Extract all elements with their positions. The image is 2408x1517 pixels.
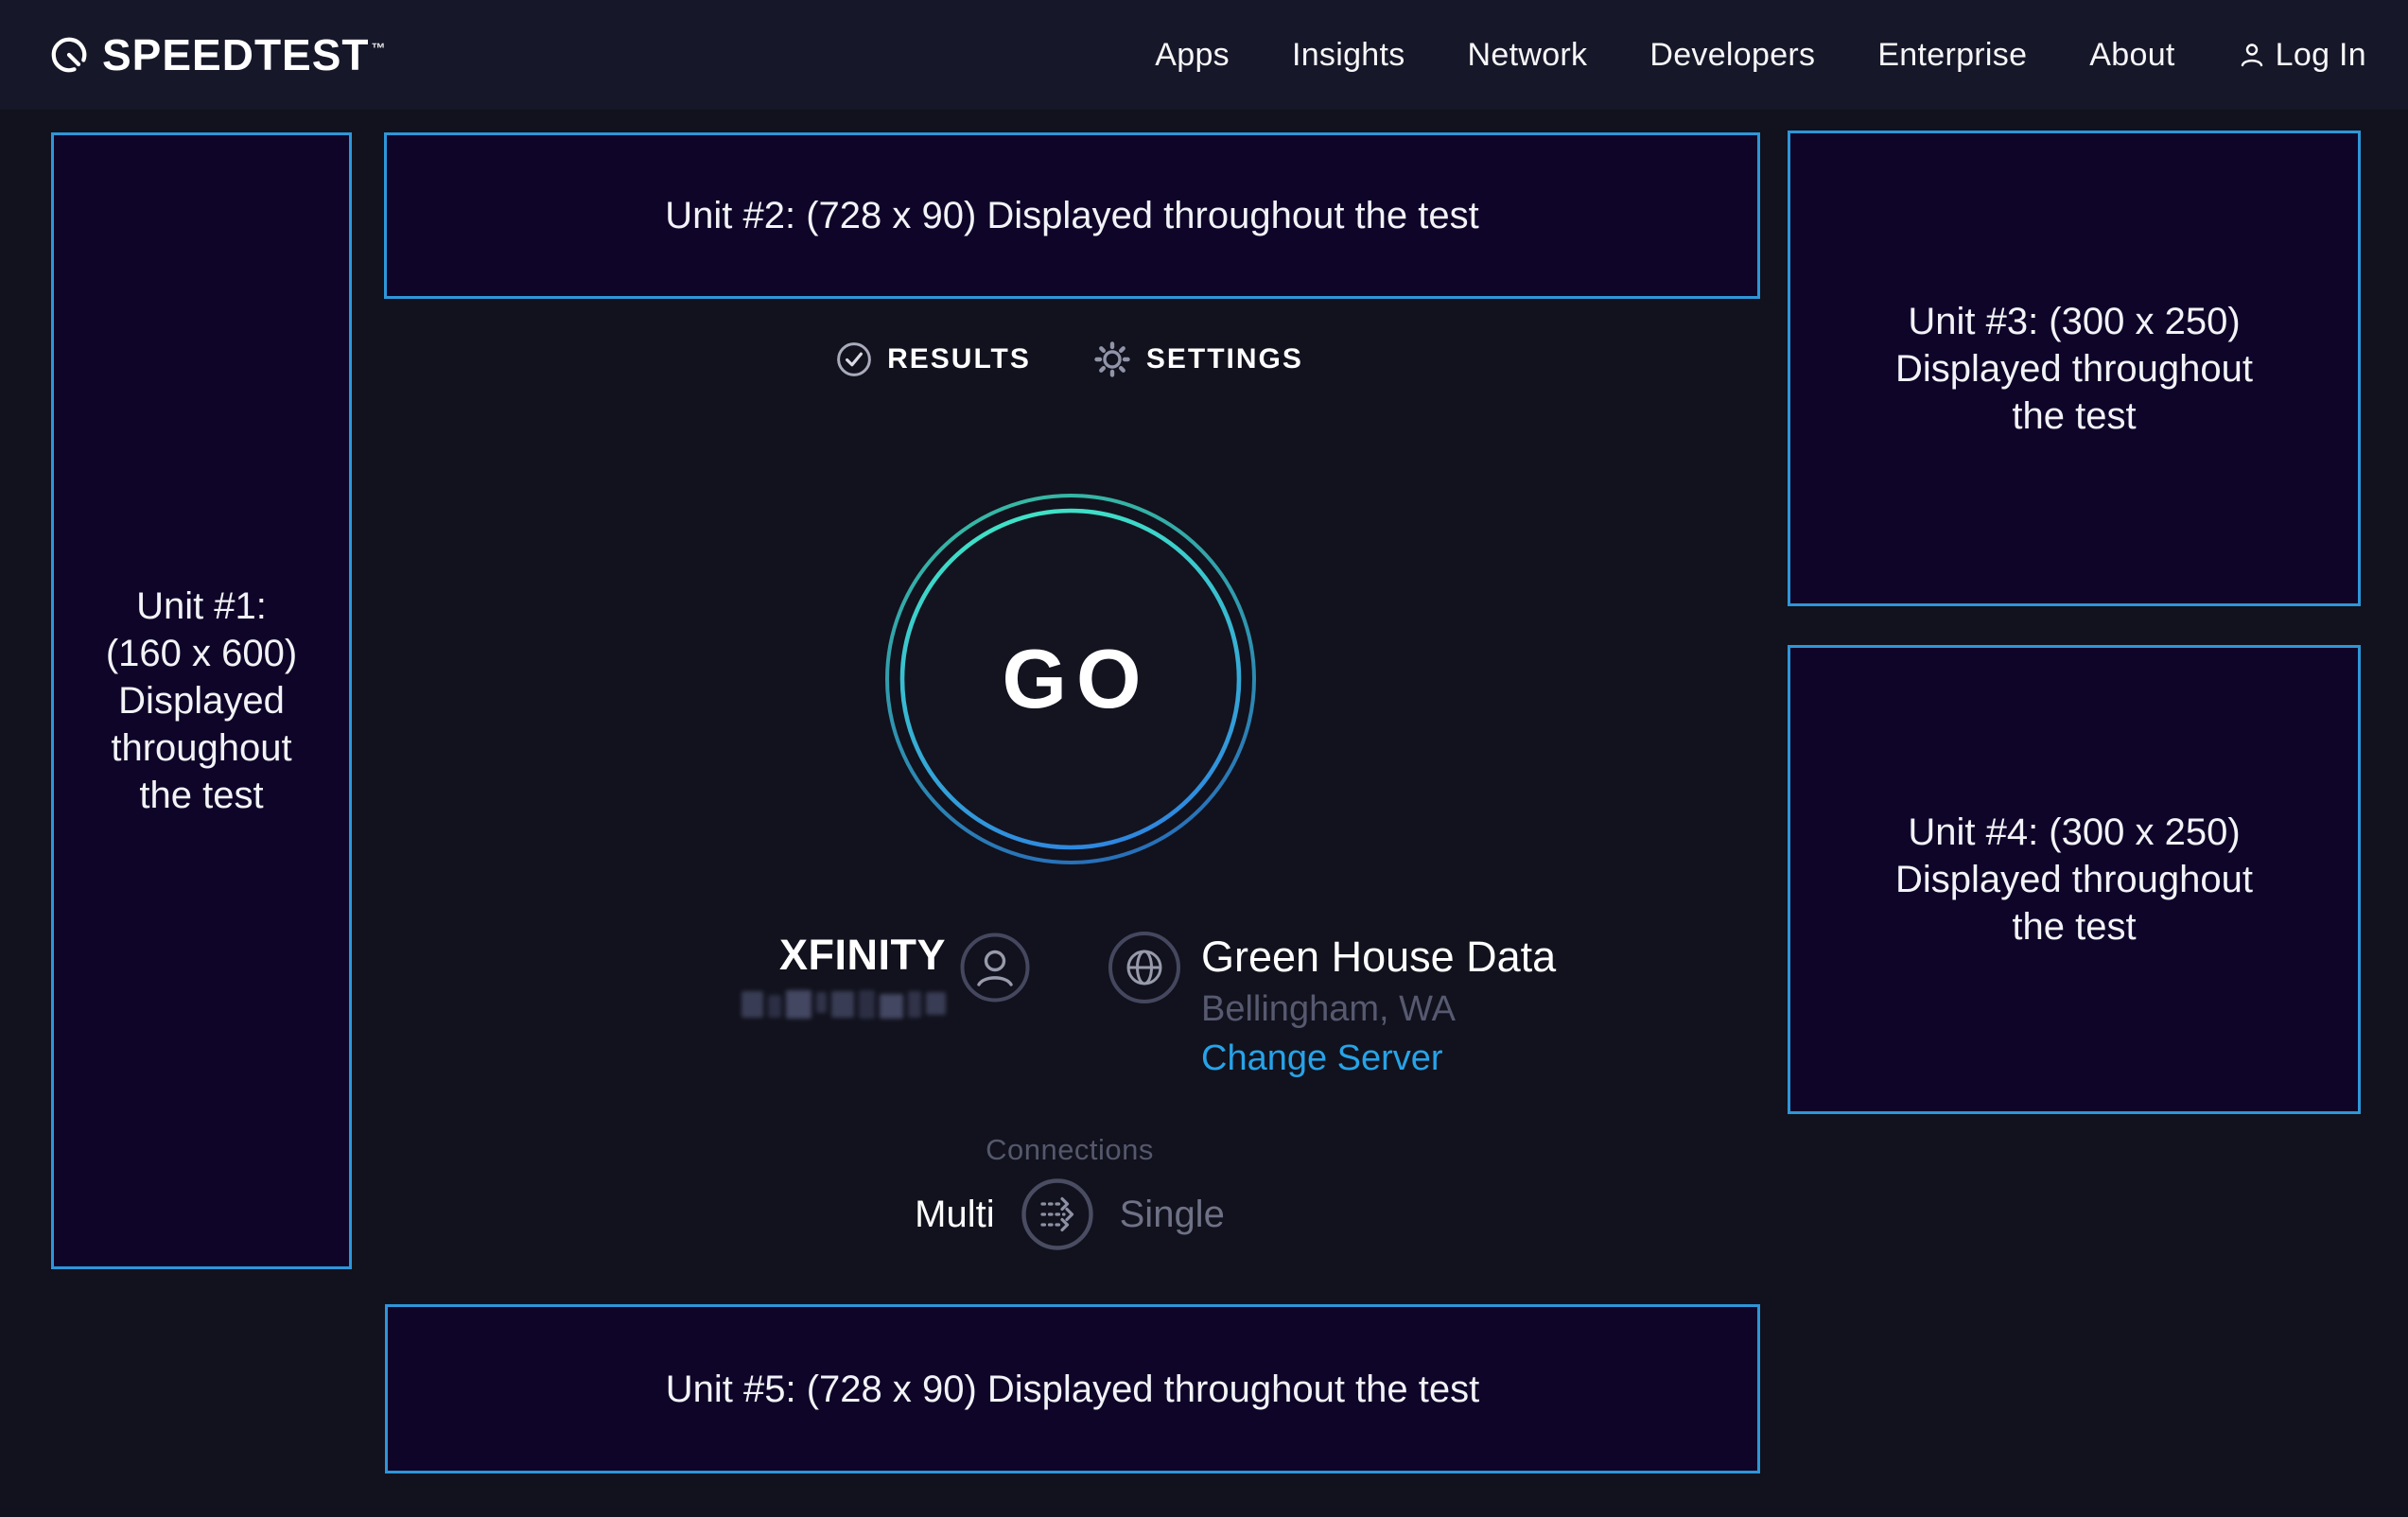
ad-text-line: throughout [111, 724, 291, 772]
logo-trademark: ™ [372, 41, 387, 57]
server-location: Bellingham, WA [1201, 989, 1456, 1030]
ad-text-line: Displayed [118, 677, 285, 724]
ad-text-line: the test [139, 772, 263, 819]
connections-single-option[interactable]: Single [1120, 1194, 1225, 1236]
ad-text-line: Unit #2: (728 x 90) Displayed throughout… [665, 192, 1479, 239]
login-button[interactable]: Log In [2238, 37, 2366, 74]
logo-text: SPEEDTEST™ [102, 29, 385, 80]
nav-item-insights[interactable]: Insights [1292, 37, 1405, 74]
speedtest-page: SPEEDTEST™ Apps Insights Network Develop… [0, 0, 2408, 1517]
nav-item-developers[interactable]: Developers [1649, 37, 1815, 74]
multi-arrows-icon [1020, 1177, 1095, 1252]
tab-settings-label: SETTINGS [1146, 343, 1303, 375]
ad-unit-2[interactable]: Unit #2: (728 x 90) Displayed throughout… [384, 132, 1760, 299]
ad-text-line: Unit #5: (728 x 90) Displayed throughout… [666, 1366, 1480, 1413]
ad-unit-1[interactable]: Unit #1: (160 x 600) Displayed throughou… [51, 132, 352, 1269]
connections-label: Connections [352, 1133, 1788, 1167]
ad-text-line: (160 x 600) [106, 630, 297, 677]
ad-unit-5[interactable]: Unit #5: (728 x 90) Displayed throughout… [385, 1304, 1760, 1473]
main-nav: Apps Insights Network Developers Enterpr… [1155, 37, 2366, 74]
gear-icon [1093, 340, 1131, 378]
globe-icon [1107, 930, 1182, 1010]
tab-settings[interactable]: SETTINGS [1093, 340, 1303, 378]
ad-text-line: Unit #3: (300 x 250) [1908, 298, 2240, 345]
speedtest-gauge-icon [49, 35, 89, 75]
server-name: Green House Data [1201, 933, 1556, 982]
ad-unit-3[interactable]: Unit #3: (300 x 250) Displayed throughou… [1788, 131, 2361, 606]
go-button[interactable]: GO [880, 488, 1262, 870]
change-server-link[interactable]: Change Server [1201, 1038, 1443, 1079]
nav-item-enterprise[interactable]: Enterprise [1877, 37, 2027, 74]
user-outline-icon [2238, 41, 2266, 69]
connections-toggle[interactable] [1020, 1177, 1095, 1252]
speedtest-logo[interactable]: SPEEDTEST™ [49, 29, 385, 80]
ad-text-line: Displayed throughout [1895, 345, 2253, 392]
login-label: Log In [2276, 37, 2366, 74]
ad-text-line: Displayed throughout [1895, 856, 2253, 903]
tabs-row: RESULTS SETTING [352, 340, 1788, 378]
isp-name: XFINITY [662, 931, 946, 980]
tab-results[interactable]: RESULTS [836, 341, 1031, 377]
nav-item-network[interactable]: Network [1468, 37, 1588, 74]
ad-unit-4[interactable]: Unit #4: (300 x 250) Displayed throughou… [1788, 645, 2361, 1114]
ad-text-line: the test [2012, 392, 2136, 440]
nav-item-about[interactable]: About [2089, 37, 2174, 74]
isp-ip-redacted [742, 989, 946, 1020]
ad-text-line: the test [2012, 903, 2136, 950]
header: SPEEDTEST™ Apps Insights Network Develop… [0, 0, 2408, 110]
check-circle-icon [836, 341, 872, 377]
person-icon [959, 932, 1031, 1008]
tab-results-label: RESULTS [887, 343, 1031, 375]
nav-item-apps[interactable]: Apps [1155, 37, 1230, 74]
connections-row: Multi Single [352, 1177, 1788, 1252]
ad-text-line: Unit #4: (300 x 250) [1908, 809, 2240, 856]
ad-text-line: Unit #1: [136, 583, 267, 630]
go-label: GO [880, 488, 1262, 870]
connections-multi-option[interactable]: Multi [915, 1194, 994, 1236]
